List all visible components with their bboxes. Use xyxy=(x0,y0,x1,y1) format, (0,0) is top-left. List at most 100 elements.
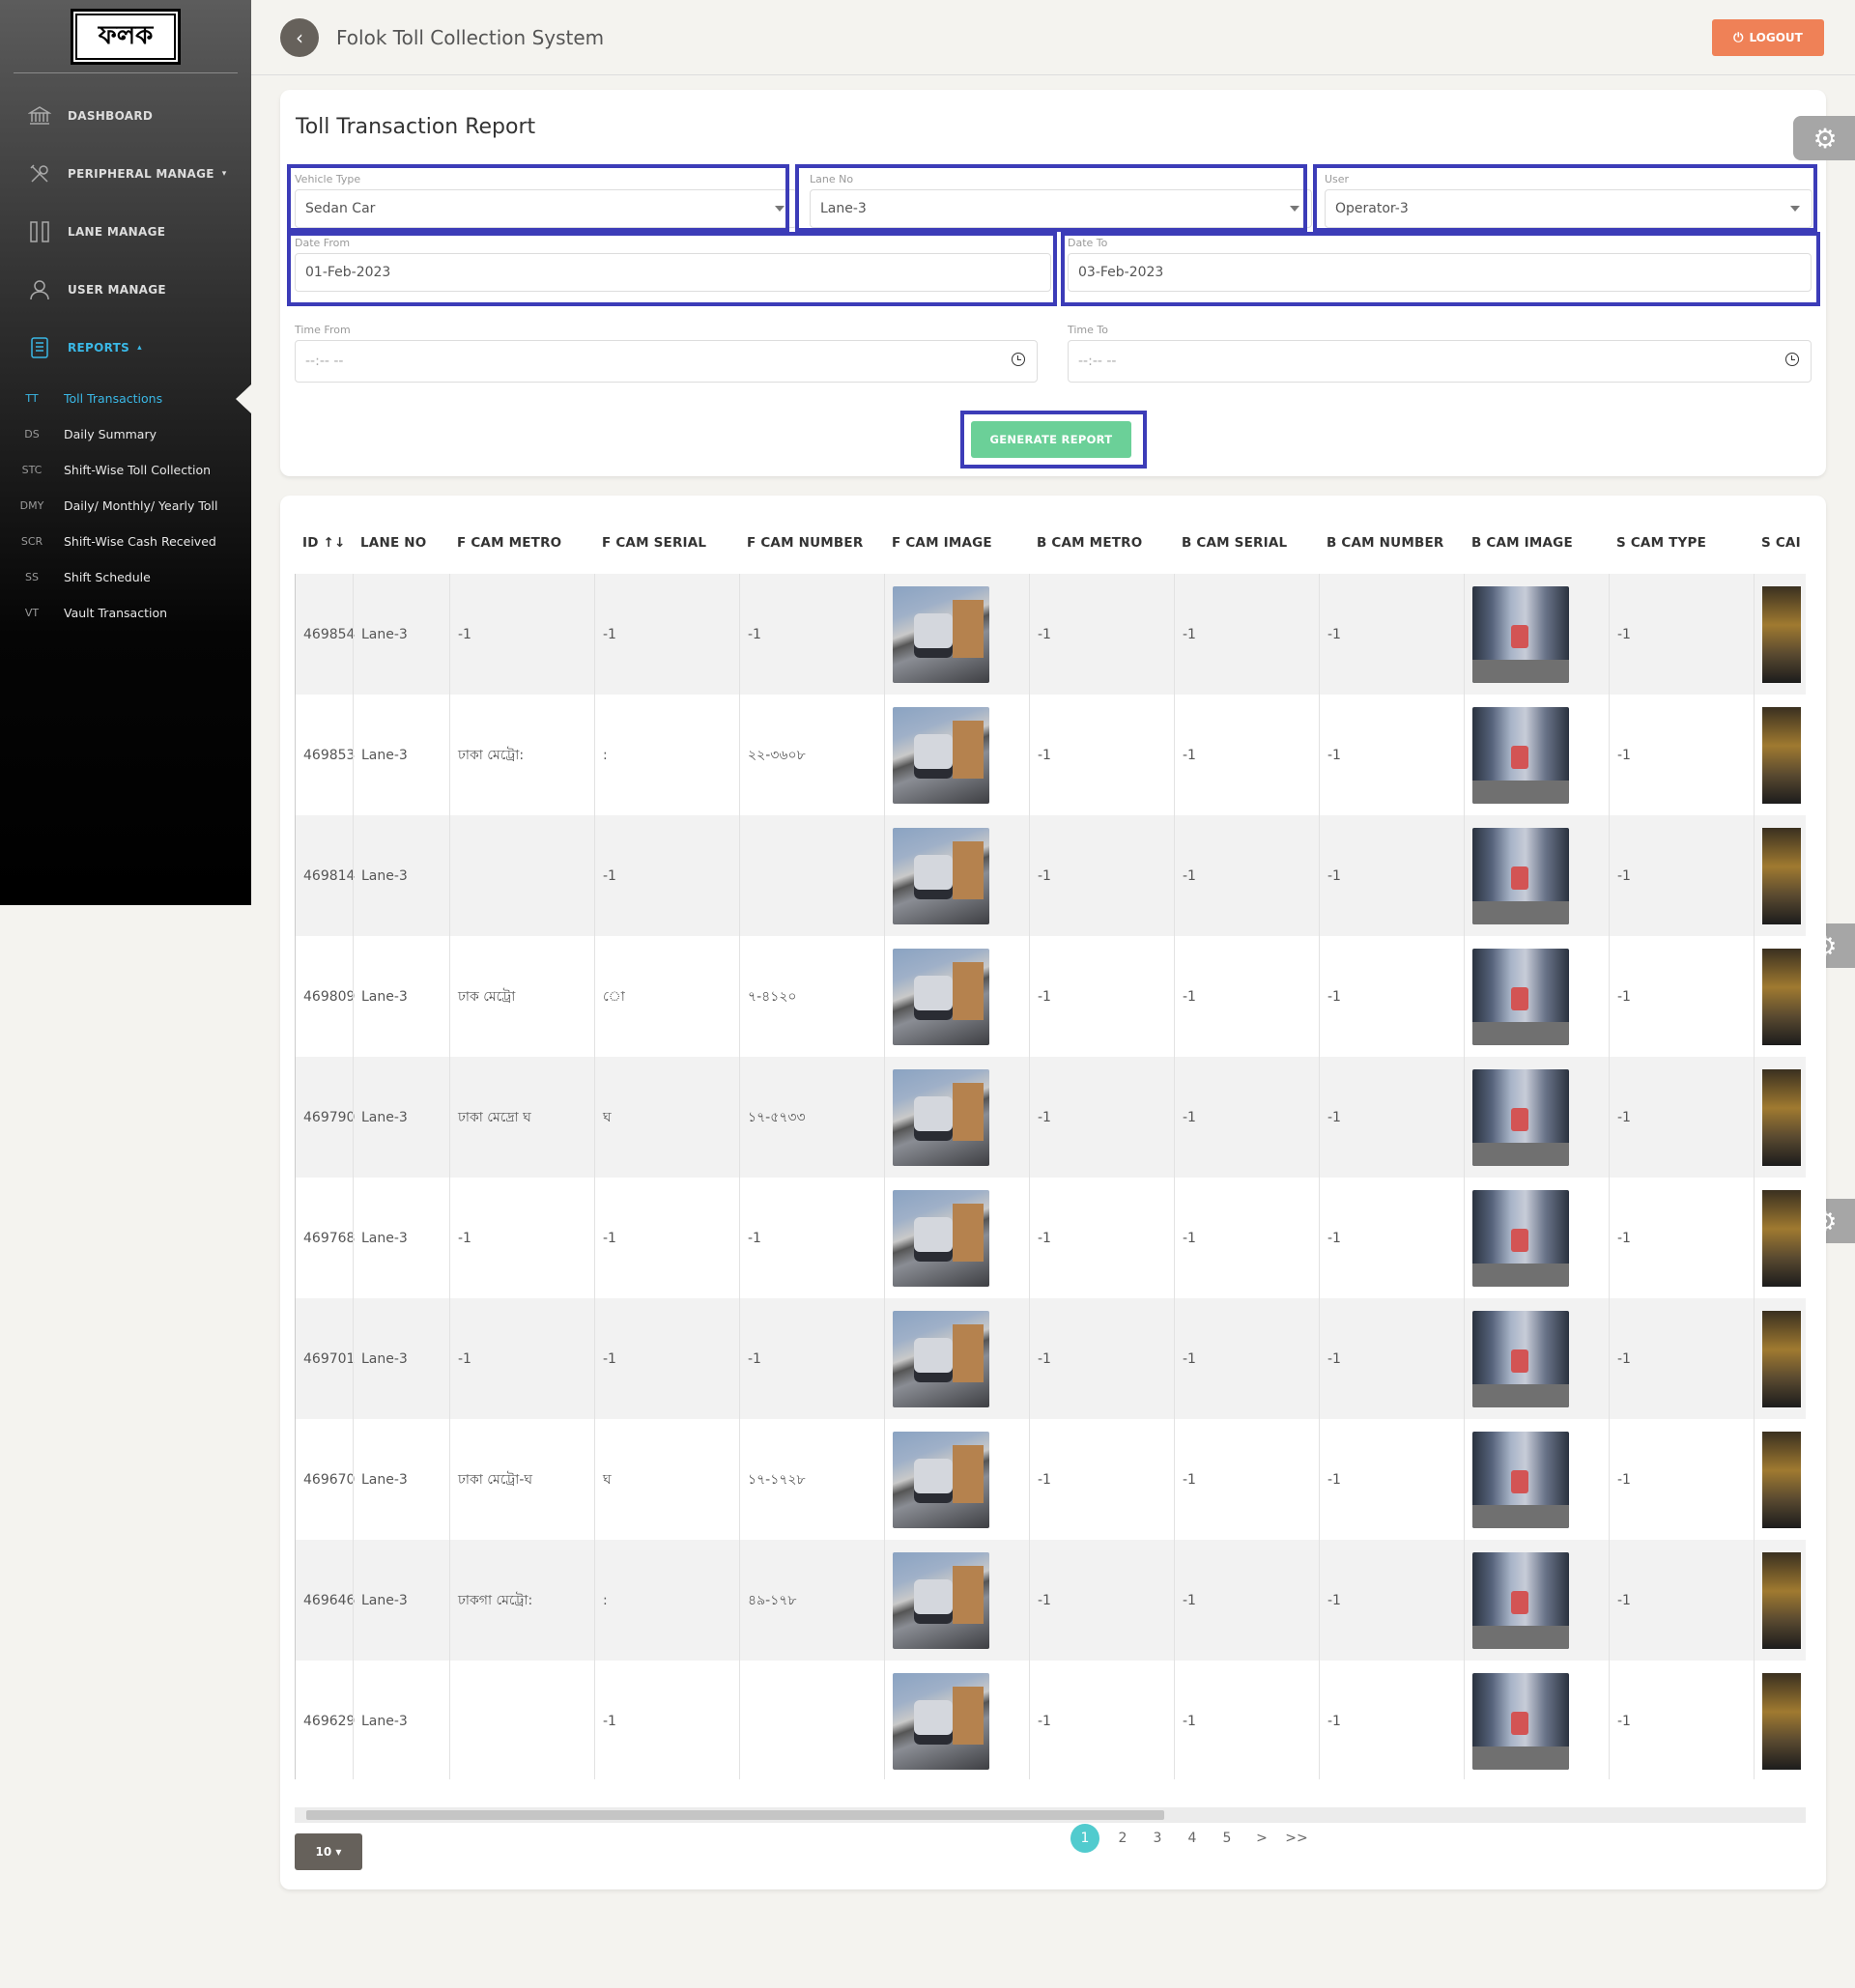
vehicle-camera-image[interactable] xyxy=(1762,1310,1801,1407)
page-3[interactable]: 3 xyxy=(1140,1831,1175,1846)
date-to-input[interactable]: 03-Feb-2023 xyxy=(1068,253,1812,292)
column-header-b-cam-serial[interactable]: B CAM SERIAL xyxy=(1174,535,1319,551)
vehicle-camera-image[interactable] xyxy=(893,1672,989,1770)
page-2[interactable]: 2 xyxy=(1105,1831,1140,1846)
vehicle-camera-image[interactable] xyxy=(893,585,989,683)
sidebar-item-user-manage[interactable]: USER MANAGE xyxy=(0,261,251,319)
sidebar-item-lane-manage[interactable]: LANE MANAGE xyxy=(0,203,251,261)
sidebar-item-reports[interactable]: REPORTS ▴ xyxy=(0,319,251,377)
sidebar-subitem-shift-wise-cash-received[interactable]: SCR Shift-Wise Cash Received xyxy=(0,524,251,559)
time-to-input[interactable]: --:-- -- xyxy=(1068,340,1812,383)
vehicle-camera-image[interactable] xyxy=(1472,1189,1569,1287)
clock-icon[interactable] xyxy=(1785,353,1799,366)
vehicle-camera-image[interactable] xyxy=(1472,706,1569,804)
vehicle-camera-image[interactable] xyxy=(1472,1551,1569,1649)
vehicle-type-select[interactable]: Sedan Car xyxy=(295,189,797,228)
table-row[interactable]: 469768 Lane-3 -1 -1 -1 -1 -1 -1 -1 xyxy=(295,1178,1806,1298)
cell-lane-no: Lane-3 xyxy=(353,1661,449,1779)
vehicle-camera-image[interactable] xyxy=(893,1189,989,1287)
column-header-lane-no[interactable]: LANE NO xyxy=(353,535,449,551)
cell-lane-no: Lane-3 xyxy=(353,1178,449,1298)
table-row[interactable]: 469670 Lane-3 ঢাকা মেট্রো-ঘ ঘ ১৭-১৭২৮ -1 -1 -1-… xyxy=(295,1419,1806,1540)
cell-s-cam-image xyxy=(1754,815,1806,936)
date-to-value: 03-Feb-2023 xyxy=(1078,265,1164,280)
vehicle-camera-image[interactable] xyxy=(1762,706,1801,804)
page-1[interactable]: 1 xyxy=(1070,1824,1099,1853)
table-row[interactable]: 469814 Lane-3 -1 -1 -1 -1 -1 xyxy=(295,815,1806,936)
logout-button[interactable]: ⏻ LOGOUT xyxy=(1712,19,1824,56)
user-value: Operator-3 xyxy=(1335,201,1409,216)
page-next[interactable]: > xyxy=(1244,1831,1279,1846)
table-row[interactable]: 469853 Lane-3 ঢাকা মেট্রো::২২-৩৬০৮ -1 -1 -1 -1 xyxy=(295,695,1806,815)
vehicle-camera-image[interactable] xyxy=(1472,585,1569,683)
time-to-label: Time To xyxy=(1068,324,1108,336)
logo[interactable]: ফলক xyxy=(71,8,181,65)
vehicle-camera-image[interactable] xyxy=(1762,1672,1801,1770)
vehicle-camera-image[interactable] xyxy=(1762,1189,1801,1287)
sidebar-subitem-toll-transactions[interactable]: TT Toll Transactions xyxy=(0,381,251,416)
clock-icon[interactable] xyxy=(1012,353,1025,366)
sidebar-subitem-shift-schedule[interactable]: SS Shift Schedule xyxy=(0,559,251,595)
column-header-b-cam-metro[interactable]: B CAM METRO xyxy=(1029,535,1174,551)
vehicle-camera-image[interactable] xyxy=(1472,827,1569,924)
vehicle-camera-image[interactable] xyxy=(1762,948,1801,1045)
column-header-f-cam-serial[interactable]: F CAM SERIAL xyxy=(594,535,739,551)
sidebar-subitem-vault-transaction[interactable]: VT Vault Transaction xyxy=(0,595,251,631)
cell-b-cam-image xyxy=(1464,1540,1609,1661)
vehicle-camera-image[interactable] xyxy=(893,706,989,804)
settings-gear-button[interactable]: ⚙ xyxy=(1793,116,1855,160)
vehicle-camera-image[interactable] xyxy=(1472,1310,1569,1407)
table-row[interactable]: 469629 Lane-3 -1 -1 -1 -1 -1 xyxy=(295,1661,1806,1779)
vehicle-camera-image[interactable] xyxy=(1472,948,1569,1045)
vehicle-camera-image[interactable] xyxy=(893,1068,989,1166)
page-size-dropdown[interactable]: 10 ▾ xyxy=(295,1833,362,1870)
table-row[interactable]: 469646 Lane-3 ঢাকগা মেট্রো::৪৯-১৭৮ -1 -1 -1 -1 xyxy=(295,1540,1806,1661)
column-header-b-cam-image[interactable]: B CAM IMAGE xyxy=(1464,535,1609,551)
vehicle-camera-image[interactable] xyxy=(1472,1431,1569,1528)
subitem-label: Shift-Wise Cash Received xyxy=(64,534,216,549)
page-last[interactable]: >> xyxy=(1279,1831,1314,1846)
back-button[interactable]: ‹ xyxy=(280,17,319,57)
column-header-f-cam-number[interactable]: F CAM NUMBER xyxy=(739,535,884,551)
vehicle-camera-image[interactable] xyxy=(893,948,989,1045)
column-header-id[interactable]: ID ↑↓ xyxy=(295,535,353,551)
vehicle-camera-image[interactable] xyxy=(1762,585,1801,683)
column-header-f-cam-metro[interactable]: F CAM METRO xyxy=(449,535,594,551)
cell-s-cam-type: -1 xyxy=(1609,1540,1754,1661)
lane-no-select[interactable]: Lane-3 xyxy=(810,189,1312,228)
cell-s-cam-image xyxy=(1754,695,1806,815)
user-select[interactable]: Operator-3 xyxy=(1325,189,1812,228)
cell-f-cam-image xyxy=(884,1178,1029,1298)
sidebar-subitem-daily-monthly-yearly-toll[interactable]: DMY Daily/ Monthly/ Yearly Toll xyxy=(0,488,251,524)
cell-b-cam-number: -1 xyxy=(1319,1057,1464,1178)
sidebar-subitem-shift-wise-toll-collection[interactable]: STC Shift-Wise Toll Collection xyxy=(0,452,251,488)
vehicle-camera-image[interactable] xyxy=(1472,1672,1569,1770)
generate-report-button[interactable]: GENERATE REPORT xyxy=(971,421,1131,458)
table-row[interactable]: 469854 Lane-3 -1 -1 -1 -1 -1 -1 -1 xyxy=(295,574,1806,695)
vehicle-camera-image[interactable] xyxy=(893,827,989,924)
vehicle-camera-image[interactable] xyxy=(893,1310,989,1407)
sidebar-subitem-daily-summary[interactable]: DS Daily Summary xyxy=(0,416,251,452)
horizontal-scrollbar-thumb[interactable] xyxy=(306,1810,1164,1820)
table-row[interactable]: 469701 Lane-3 -1 -1 -1 -1 -1 -1 -1 xyxy=(295,1298,1806,1419)
vehicle-camera-image[interactable] xyxy=(1472,1068,1569,1166)
horizontal-scrollbar[interactable] xyxy=(295,1807,1806,1823)
table-row[interactable]: 469809 Lane-3 ঢাক মেট্রোো ৭-৪১২০ -1 -1 -1 -1 xyxy=(295,936,1806,1057)
vehicle-camera-image[interactable] xyxy=(1762,827,1801,924)
column-header-s-cam[interactable]: S CAI xyxy=(1754,535,1806,551)
vehicle-camera-image[interactable] xyxy=(1762,1068,1801,1166)
date-from-input[interactable]: 01-Feb-2023 xyxy=(295,253,1051,292)
page-5[interactable]: 5 xyxy=(1210,1831,1244,1846)
vehicle-camera-image[interactable] xyxy=(893,1551,989,1649)
column-header-b-cam-number[interactable]: B CAM NUMBER xyxy=(1319,535,1464,551)
sidebar-item-peripheral-manage[interactable]: PERIPHERAL MANAGE ▾ xyxy=(0,145,251,203)
table-row[interactable]: 469790 Lane-3 ঢাকা মেদ্রো ঘ ঘ ১৭-৫৭৩৩ -1 -1 -1-… xyxy=(295,1057,1806,1178)
time-from-input[interactable]: --:-- -- xyxy=(295,340,1038,383)
vehicle-camera-image[interactable] xyxy=(1762,1551,1801,1649)
vehicle-camera-image[interactable] xyxy=(893,1431,989,1528)
page-4[interactable]: 4 xyxy=(1175,1831,1210,1846)
column-header-f-cam-image[interactable]: F CAM IMAGE xyxy=(884,535,1029,551)
column-header-s-cam-type[interactable]: S CAM TYPE xyxy=(1609,535,1754,551)
vehicle-camera-image[interactable] xyxy=(1762,1431,1801,1528)
sidebar-item-dashboard[interactable]: DASHBOARD xyxy=(0,87,251,145)
